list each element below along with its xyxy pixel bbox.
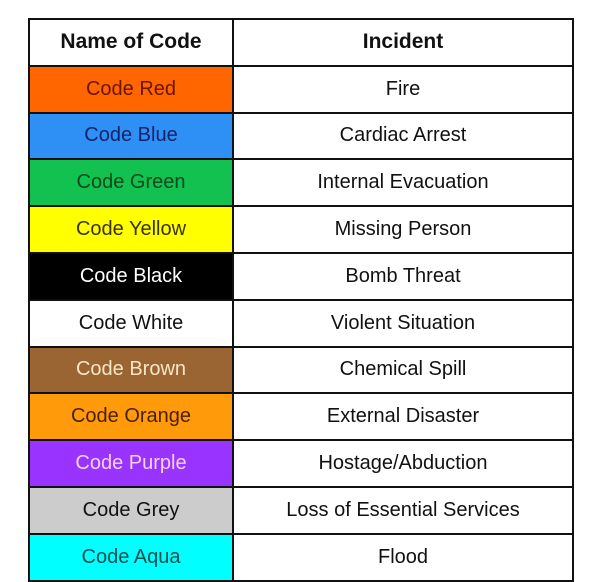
code-name-cell: Code Purple xyxy=(28,439,234,488)
code-name-cell: Code Yellow xyxy=(28,205,234,254)
table-row: Code Orange External Disaster xyxy=(28,392,574,442)
table-row: Code Grey Loss of Essential Services xyxy=(28,485,574,535)
table-row: Code Red Fire xyxy=(28,64,574,114)
header-name-of-code: Name of Code xyxy=(28,18,234,67)
table-row: Code Purple Hostage/Abduction xyxy=(28,439,574,488)
table-row: Code Yellow Missing Person xyxy=(28,205,574,254)
incident-cell: Missing Person xyxy=(232,205,574,254)
code-name-cell: Code Grey xyxy=(28,485,234,535)
code-name-cell: Code Green xyxy=(28,158,234,208)
incident-cell: Chemical Spill xyxy=(232,345,574,395)
code-name-cell: Code White xyxy=(28,298,234,348)
table-row: Code Aqua Flood xyxy=(28,532,574,582)
emergency-codes-table: Name of Code Incident Code Red Fire Code B… xyxy=(28,18,574,582)
code-name-cell: Code Aqua xyxy=(28,532,234,582)
incident-cell: Violent Situation xyxy=(232,298,574,348)
incident-cell: Flood xyxy=(232,532,574,582)
code-name-cell: Code Blue xyxy=(28,111,234,161)
table-row: Code Brown Chemical Spill xyxy=(28,345,574,395)
incident-cell: Loss of Essential Services xyxy=(232,485,574,535)
header-row: Name of Code Incident xyxy=(28,18,574,67)
table-row: Code Black Bomb Threat xyxy=(28,251,574,301)
code-name-cell: Code Brown xyxy=(28,345,234,395)
table-row: Code White Violent Situation xyxy=(28,298,574,348)
code-name-cell: Code Black xyxy=(28,251,234,301)
incident-cell: Cardiac Arrest xyxy=(232,111,574,161)
table-row: Code Green Internal Evacuation xyxy=(28,158,574,208)
incident-cell: Fire xyxy=(232,64,574,114)
incident-cell: Hostage/Abduction xyxy=(232,439,574,488)
incident-cell: Internal Evacuation xyxy=(232,158,574,208)
incident-cell: External Disaster xyxy=(232,392,574,442)
header-incident: Incident xyxy=(232,18,574,67)
table-row: Code Blue Cardiac Arrest xyxy=(28,111,574,161)
incident-cell: Bomb Threat xyxy=(232,251,574,301)
code-name-cell: Code Red xyxy=(28,64,234,114)
code-name-cell: Code Orange xyxy=(28,392,234,442)
